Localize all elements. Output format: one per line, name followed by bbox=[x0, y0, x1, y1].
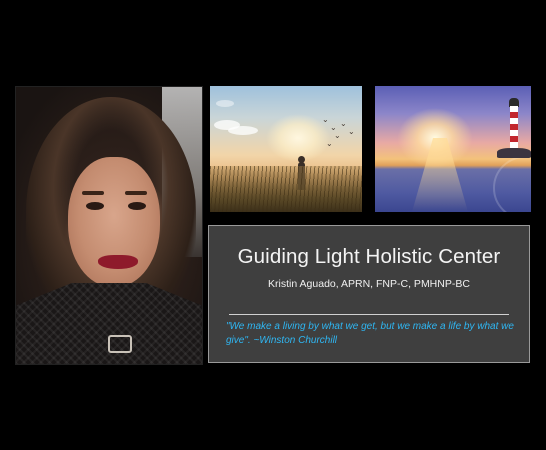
grass-field bbox=[210, 166, 362, 212]
center-title: Guiding Light Holistic Center bbox=[237, 245, 501, 268]
title-panel: Guiding Light Holistic Center Kristin Ag… bbox=[208, 225, 530, 363]
bird-icon: ⌄ bbox=[326, 139, 333, 148]
quote-text: "We make a living by what we get, but we… bbox=[226, 321, 514, 346]
lighthouse-photo bbox=[375, 86, 531, 212]
portrait-right-eye bbox=[128, 202, 146, 210]
sun-reflection bbox=[412, 138, 468, 212]
cloud bbox=[216, 100, 234, 107]
portrait-photo bbox=[15, 86, 203, 365]
bird-icon: ⌄ bbox=[322, 115, 329, 124]
lighthouse-tower bbox=[510, 106, 518, 151]
lighthouse-rock bbox=[497, 148, 531, 158]
provider-credentials: Kristin Aguado, APRN, FNP-C, PMHNP-BC bbox=[268, 278, 470, 290]
lens-flare bbox=[493, 156, 531, 212]
meadow-photo: ⌄ ⌄ ⌄ ⌄ ⌄ ⌄ bbox=[210, 86, 362, 212]
bird-icon: ⌄ bbox=[340, 119, 347, 128]
portrait-lips bbox=[98, 255, 138, 269]
divider bbox=[229, 314, 509, 315]
bird-icon: ⌄ bbox=[334, 131, 341, 140]
portrait-buckle bbox=[108, 335, 132, 353]
slide: ⌄ ⌄ ⌄ ⌄ ⌄ ⌄ Guiding Light Holistic Cente… bbox=[0, 0, 546, 450]
portrait-left-brow bbox=[82, 191, 104, 195]
bird-icon: ⌄ bbox=[348, 127, 355, 136]
portrait-left-eye bbox=[86, 202, 104, 210]
cloud bbox=[228, 126, 258, 135]
portrait-right-brow bbox=[125, 191, 147, 195]
